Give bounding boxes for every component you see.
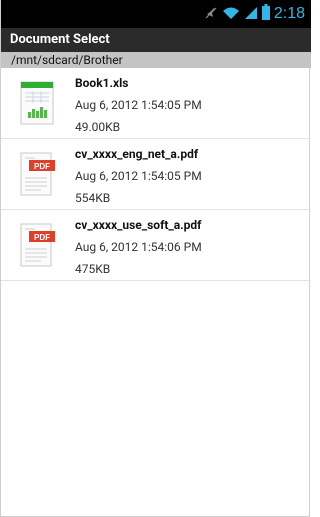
file-date: Aug 6, 2012 1:54:05 PM bbox=[75, 169, 202, 183]
status-bar: 2:18 bbox=[1, 0, 311, 28]
clock: 2:18 bbox=[273, 5, 305, 22]
file-name: Book1.xls bbox=[75, 76, 129, 90]
file-row-cv-use-soft-pdf[interactable]: PDF cv_xxxx_use_soft_a.pdf Aug 6, 2012 1… bbox=[1, 210, 311, 281]
file-row-book1-xls[interactable]: Book1.xls Aug 6, 2012 1:54:05 PM 49.00KB bbox=[1, 68, 311, 139]
battery-icon bbox=[261, 4, 270, 24]
file-date: Aug 6, 2012 1:54:06 PM bbox=[75, 240, 202, 254]
file-date: Aug 6, 2012 1:54:05 PM bbox=[75, 98, 202, 112]
app-window: 2:18 Document Select /mnt/sdcard/Brother bbox=[0, 0, 311, 517]
xls-file-icon bbox=[19, 81, 55, 125]
current-path: /mnt/sdcard/Brother bbox=[11, 53, 123, 67]
file-row-cv-eng-net-pdf[interactable]: PDF cv_xxxx_eng_net_a.pdf Aug 6, 2012 1:… bbox=[1, 139, 311, 210]
file-size: 554KB bbox=[75, 191, 111, 205]
file-list: Book1.xls Aug 6, 2012 1:54:05 PM 49.00KB bbox=[1, 68, 311, 281]
path-bar: /mnt/sdcard/Brother bbox=[1, 52, 311, 68]
file-size: 49.00KB bbox=[75, 120, 121, 134]
action-bar: Document Select bbox=[1, 28, 311, 52]
file-name: cv_xxxx_eng_net_a.pdf bbox=[75, 147, 199, 161]
mute-icon bbox=[204, 5, 218, 24]
pdf-badge-label: PDF bbox=[34, 233, 50, 242]
pdf-file-icon: PDF bbox=[19, 152, 55, 196]
pdf-badge-label: PDF bbox=[34, 162, 50, 171]
file-name: cv_xxxx_use_soft_a.pdf bbox=[75, 218, 202, 232]
pdf-file-icon: PDF bbox=[19, 223, 55, 267]
status-icons: 2:18 bbox=[204, 4, 305, 24]
signal-icon bbox=[244, 5, 258, 24]
page-title: Document Select bbox=[10, 32, 110, 47]
wifi-icon bbox=[222, 5, 240, 24]
file-size: 475KB bbox=[75, 262, 111, 276]
